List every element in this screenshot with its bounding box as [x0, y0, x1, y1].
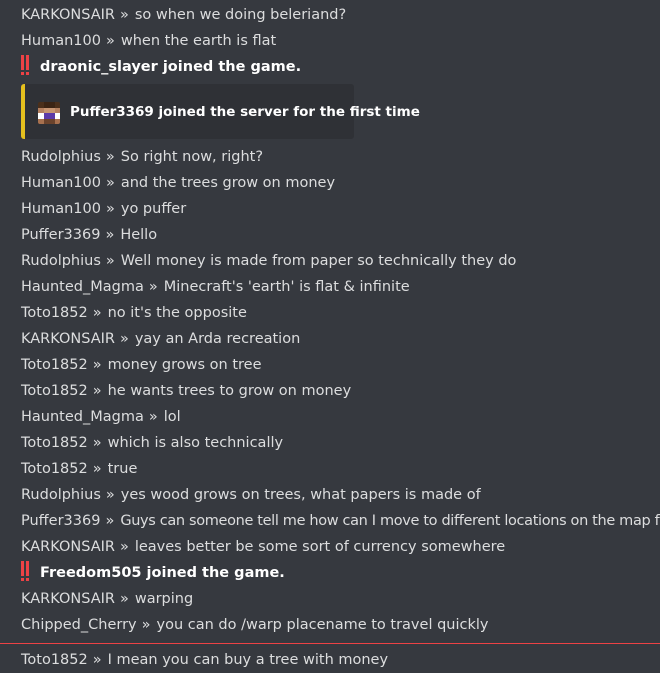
message-text: so when we doing beleriand? — [134, 7, 347, 23]
message-author[interactable]: Human100 — [21, 201, 101, 217]
chat-message: Rudolphius» So right now, right? — [21, 144, 660, 170]
message-author[interactable]: Human100 — [21, 175, 101, 191]
message-text: he wants trees to grow on money — [107, 383, 352, 399]
message-text: Minecraft's 'earth' is flat & infinite — [163, 279, 410, 295]
separator: » — [119, 539, 129, 555]
message-author[interactable]: Rudolphius — [21, 149, 101, 165]
chat-message: Toto1852» he wants trees to grow on money — [21, 378, 660, 404]
message-author[interactable]: Human100 — [21, 33, 101, 49]
message-author[interactable]: KARKONSAIR — [21, 539, 115, 555]
separator: » — [92, 435, 102, 451]
message-text: warping — [134, 591, 194, 607]
chat-message: Toto1852» I mean you can buy a tree with … — [21, 647, 660, 673]
message-text: So right now, right? — [120, 149, 264, 165]
chat-message: Chipped_Cherry» you can do /warp placenam… — [21, 612, 660, 638]
chat-message: Human100» and the trees grow on money — [21, 170, 660, 196]
message-author[interactable]: Puffer3369 — [21, 513, 100, 529]
separator: » — [105, 487, 115, 503]
separator: » — [119, 591, 129, 607]
separator: » — [105, 175, 115, 191]
separator: » — [105, 253, 115, 269]
message-text: money grows on tree — [107, 357, 262, 373]
separator: » — [92, 461, 102, 477]
message-author[interactable]: KARKONSAIR — [21, 591, 115, 607]
chat-message: Toto1852» which is also technically — [21, 430, 660, 456]
message-text: I mean you can buy a tree with money — [107, 652, 389, 668]
message-text: Hello — [120, 227, 158, 243]
separator: » — [141, 617, 151, 633]
join-notice: Freedom505 joined the game. — [21, 560, 660, 586]
message-text: which is also technically — [107, 435, 284, 451]
chat-log: KARKONSAIR» so when we doing beleriand? H… — [0, 0, 660, 669]
message-author[interactable]: Toto1852 — [21, 305, 88, 321]
minecraft-player-head-icon — [38, 102, 60, 124]
message-author[interactable]: Rudolphius — [21, 253, 101, 269]
join-text: draonic_slayer joined the game. — [40, 59, 302, 75]
message-text: yay an Arda recreation — [134, 331, 301, 347]
message-author[interactable]: Toto1852 — [21, 461, 88, 477]
message-author[interactable]: Haunted_Magma — [21, 409, 144, 425]
chat-message: Human100» when the earth is flat — [21, 28, 660, 54]
separator: » — [105, 149, 115, 165]
message-author[interactable]: KARKONSAIR — [21, 331, 115, 347]
message-text: yes wood grows on trees, what papers is … — [120, 487, 481, 503]
separator: » — [119, 331, 129, 347]
chat-message: Haunted_Magma» Minecraft's 'earth' is fla… — [21, 274, 660, 300]
separator: » — [148, 279, 158, 295]
message-author[interactable]: Toto1852 — [21, 383, 88, 399]
chat-message: KARKONSAIR» leaves better be some sort of… — [21, 534, 660, 560]
join-text: Freedom505 joined the game. — [40, 565, 285, 581]
message-author[interactable]: Haunted_Magma — [21, 279, 144, 295]
new-messages-divider — [0, 643, 660, 644]
separator: » — [92, 357, 102, 373]
double-exclamation-icon — [21, 559, 31, 585]
join-notice: draonic_slayer joined the game. — [21, 54, 660, 80]
message-text: true — [107, 461, 138, 477]
chat-message: Toto1852» no it's the opposite — [21, 300, 660, 326]
message-text: yo puffer — [120, 201, 187, 217]
message-text: Well money is made from paper so technic… — [120, 253, 517, 269]
separator: » — [119, 7, 129, 23]
chat-message: Toto1852» money grows on tree — [21, 352, 660, 378]
message-author[interactable]: Toto1852 — [21, 357, 88, 373]
chat-message: Puffer3369 » Guys can someone tell me how … — [21, 508, 660, 534]
chat-message: KARKONSAIR» warping — [21, 586, 660, 612]
message-author[interactable]: Chipped_Cherry — [21, 617, 137, 633]
chat-message: KARKONSAIR» so when we doing beleriand? — [21, 2, 660, 28]
separator: » — [148, 409, 158, 425]
double-exclamation-icon — [21, 53, 31, 79]
message-text: and the trees grow on money — [120, 175, 336, 191]
separator: » — [92, 305, 102, 321]
message-author[interactable]: Puffer3369 — [21, 227, 100, 243]
message-author[interactable]: Toto1852 — [21, 435, 88, 451]
chat-message: Human100» yo puffer — [21, 196, 660, 222]
message-text: Guys can someone tell me how can I move … — [120, 513, 660, 529]
chat-message: Puffer3369 » Hello — [21, 222, 660, 248]
separator: » — [105, 33, 115, 49]
separator: » — [105, 201, 115, 217]
chat-message: Toto1852» true — [21, 456, 660, 482]
separator: » — [92, 383, 102, 399]
chat-message: Haunted_Magma» lol — [21, 404, 660, 430]
server-join-embed: Puffer3369 joined the server for the fir… — [21, 84, 420, 139]
message-author[interactable]: KARKONSAIR — [21, 7, 115, 23]
message-text: when the earth is flat — [120, 33, 277, 49]
chat-message: Rudolphius» Well money is made from paper… — [21, 248, 660, 274]
message-text: no it's the opposite — [107, 305, 247, 321]
chat-message: KARKONSAIR» yay an Arda recreation — [21, 326, 660, 352]
embed-text: Puffer3369 joined the server for the fir… — [70, 104, 420, 120]
separator: » — [92, 652, 102, 668]
message-author[interactable]: Rudolphius — [21, 487, 101, 503]
message-author[interactable]: Toto1852 — [21, 652, 88, 668]
message-text: lol — [163, 409, 181, 425]
separator: » — [105, 513, 115, 529]
message-text: leaves better be some sort of currency s… — [134, 539, 506, 555]
message-text: you can do /warp placename to travel qui… — [156, 617, 489, 633]
chat-message: Rudolphius» yes wood grows on trees, what… — [21, 482, 660, 508]
separator: » — [105, 227, 115, 243]
